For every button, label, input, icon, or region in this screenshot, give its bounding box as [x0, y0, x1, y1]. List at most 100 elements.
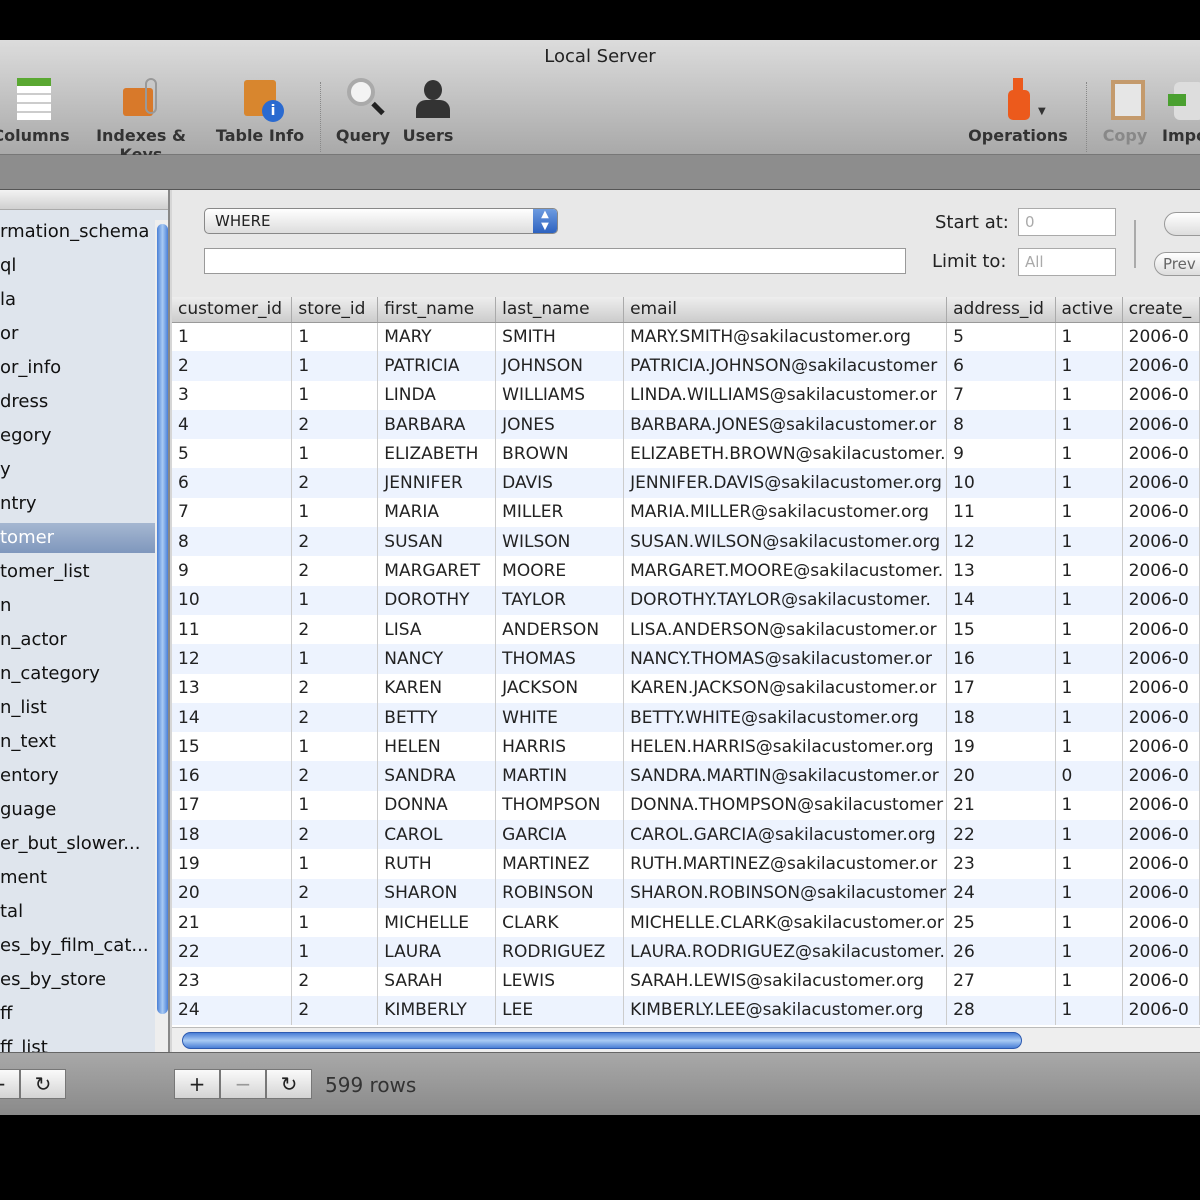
table-cell[interactable]: BETTY.WHITE@sakilacustomer.org — [623, 702, 948, 733]
table-cell[interactable]: ELIZABETH — [377, 439, 497, 469]
table-cell[interactable]: KIMBERLY — [377, 995, 497, 1026]
table-cell[interactable]: CAROL — [377, 820, 497, 850]
table-cell[interactable]: 1 — [1055, 849, 1123, 879]
table-cell[interactable]: 1 — [1055, 322, 1123, 352]
table-cell[interactable]: 2006-0 — [1122, 907, 1200, 938]
table-cell[interactable]: THOMAS — [495, 644, 625, 674]
table-cell[interactable]: 4 — [172, 409, 293, 440]
table-row[interactable]: 21 1 MICHELLE CLARK MICHELLE.CLARK@sakilacus… — [172, 907, 1200, 938]
table-cell[interactable]: MILLER — [495, 497, 625, 528]
table-cell[interactable]: 7 — [172, 497, 293, 528]
table-cell[interactable]: 2006-0 — [1122, 468, 1200, 498]
table-row[interactable]: 15 1 HELEN HARRIS HELEN.HARRIS@sakilacustome… — [172, 732, 1200, 762]
table-cell[interactable]: 2006-0 — [1122, 673, 1200, 703]
sidebar-scrollbar[interactable] — [155, 220, 168, 1052]
table-cell[interactable]: 1 — [1055, 907, 1123, 938]
table-row[interactable]: 2 1 PATRICIA JOHNSON PATRICIA.JOHNSON@sakila… — [172, 351, 1200, 381]
table-cell[interactable]: 13 — [172, 673, 293, 703]
table-cell[interactable]: 26 — [946, 937, 1056, 967]
table-cell[interactable]: 1 — [291, 732, 379, 762]
table-cell[interactable]: 2006-0 — [1122, 820, 1200, 850]
table-cell[interactable]: 28 — [946, 995, 1056, 1026]
table-cell[interactable]: 2006-0 — [1122, 527, 1200, 557]
sidebar-item[interactable]: n_list — [0, 693, 155, 723]
table-row[interactable]: 14 2 BETTY WHITE BETTY.WHITE@sakilacustomer.… — [172, 702, 1200, 733]
toolbar-indexes-button[interactable]: Indexes & Keys — [76, 76, 206, 164]
table-cell[interactable]: THOMPSON — [495, 790, 625, 821]
table-cell[interactable]: 2 — [291, 556, 379, 586]
table-cell[interactable]: 2 — [291, 614, 379, 645]
table-row[interactable]: 8 2 SUSAN WILSON SUSAN.WILSON@sakilacustomer… — [172, 527, 1200, 557]
table-cell[interactable]: 12 — [946, 527, 1056, 557]
table-row[interactable]: 16 2 SANDRA MARTIN SANDRA.MARTIN@sakilacusto… — [172, 761, 1200, 791]
table-cell[interactable]: 21 — [946, 790, 1056, 821]
table-cell[interactable]: 1 — [1055, 527, 1123, 557]
table-cell[interactable]: 1 — [291, 907, 379, 938]
table-cell[interactable]: RUTH — [377, 849, 497, 879]
table-row[interactable]: 11 2 LISA ANDERSON LISA.ANDERSON@sakilacusto… — [172, 614, 1200, 645]
table-cell[interactable]: 2 — [291, 409, 379, 440]
table-cell[interactable]: 2006-0 — [1122, 644, 1200, 674]
limit-to-input[interactable]: All — [1018, 248, 1116, 276]
table-cell[interactable]: 2006-0 — [1122, 497, 1200, 528]
table-cell[interactable]: MARGARET.MOORE@sakilacustomer. — [623, 556, 948, 586]
table-cell[interactable]: 1 — [1055, 380, 1123, 410]
table-cell[interactable]: 6 — [946, 351, 1056, 381]
sidebar-item[interactable]: n — [0, 591, 155, 621]
table-cell[interactable]: SANDRA — [377, 761, 497, 791]
table-row[interactable]: 5 1 ELIZABETH BROWN ELIZABETH.BROWN@sakilacu… — [172, 439, 1200, 469]
table-cell[interactable]: ANDERSON — [495, 614, 625, 645]
table-cell[interactable]: JOHNSON — [495, 351, 625, 381]
table-cell[interactable]: SANDRA.MARTIN@sakilacustomer.or — [623, 761, 948, 791]
table-cell[interactable]: BROWN — [495, 439, 625, 469]
table-cell[interactable]: CAROL.GARCIA@sakilacustomer.org — [623, 820, 948, 850]
prev-button[interactable]: Prev — [1154, 252, 1200, 276]
table-cell[interactable]: 1 — [291, 790, 379, 821]
table-cell[interactable]: 7 — [946, 380, 1056, 410]
table-cell[interactable]: 1 — [291, 937, 379, 967]
table-cell[interactable]: 1 — [291, 380, 379, 410]
table-row[interactable]: 9 2 MARGARET MOORE MARGARET.MOORE@sakilacust… — [172, 556, 1200, 586]
table-cell[interactable]: 1 — [1055, 614, 1123, 645]
remove-row-button[interactable]: − — [220, 1069, 266, 1099]
sidebar-item[interactable]: ff — [0, 999, 155, 1029]
table-cell[interactable]: HELEN.HARRIS@sakilacustomer.org — [623, 732, 948, 762]
table-cell[interactable]: 2006-0 — [1122, 995, 1200, 1026]
toolbar-users-button[interactable]: Users — [400, 76, 456, 145]
table-cell[interactable]: 18 — [172, 820, 293, 850]
table-cell[interactable]: MOORE — [495, 556, 625, 586]
table-cell[interactable]: 2006-0 — [1122, 439, 1200, 469]
table-cell[interactable]: ROBINSON — [495, 878, 625, 908]
sidebar-item[interactable]: tomer_list — [0, 557, 155, 587]
table-cell[interactable]: SHARON.ROBINSON@sakilacustomer — [623, 878, 948, 908]
sidebar-item[interactable]: y — [0, 455, 155, 485]
column-header[interactable]: store_id — [291, 297, 379, 323]
toolbar-operations-button[interactable]: ▼ Operations — [968, 76, 1068, 145]
table-row[interactable]: 19 1 RUTH MARTINEZ RUTH.MARTINEZ@sakilacusto… — [172, 849, 1200, 879]
column-header[interactable]: email — [623, 297, 948, 323]
table-cell[interactable]: 1 — [1055, 820, 1123, 850]
table-cell[interactable]: MARIA — [377, 497, 497, 528]
table-cell[interactable]: RODRIGUEZ — [495, 937, 625, 967]
table-cell[interactable]: KAREN — [377, 673, 497, 703]
table-cell[interactable]: 2006-0 — [1122, 614, 1200, 645]
table-cell[interactable]: 2006-0 — [1122, 790, 1200, 821]
table-cell[interactable]: JONES — [495, 409, 625, 440]
table-cell[interactable]: 1 — [1055, 732, 1123, 762]
table-row[interactable]: 1 1 MARY SMITH MARY.SMITH@sakilacustomer.org… — [172, 322, 1200, 352]
table-cell[interactable]: 1 — [1055, 937, 1123, 967]
table-cell[interactable]: SMITH — [495, 322, 625, 352]
table-cell[interactable]: 25 — [946, 907, 1056, 938]
sidebar-item[interactable]: es_by_film_cat... — [0, 931, 155, 961]
table-cell[interactable]: 5 — [946, 322, 1056, 352]
table-cell[interactable]: 15 — [946, 614, 1056, 645]
table-cell[interactable]: 2006-0 — [1122, 732, 1200, 762]
table-cell[interactable]: KIMBERLY.LEE@sakilacustomer.org — [623, 995, 948, 1026]
table-cell[interactable]: 2 — [291, 878, 379, 908]
toolbar-table-info-button[interactable]: i Table Info — [214, 76, 306, 145]
scrollbar-thumb[interactable] — [182, 1032, 1022, 1049]
sidebar-item[interactable]: egory — [0, 421, 155, 451]
table-cell[interactable]: 1 — [1055, 585, 1123, 615]
table-cell[interactable]: 6 — [172, 468, 293, 498]
table-cell[interactable]: LISA.ANDERSON@sakilacustomer.or — [623, 614, 948, 645]
